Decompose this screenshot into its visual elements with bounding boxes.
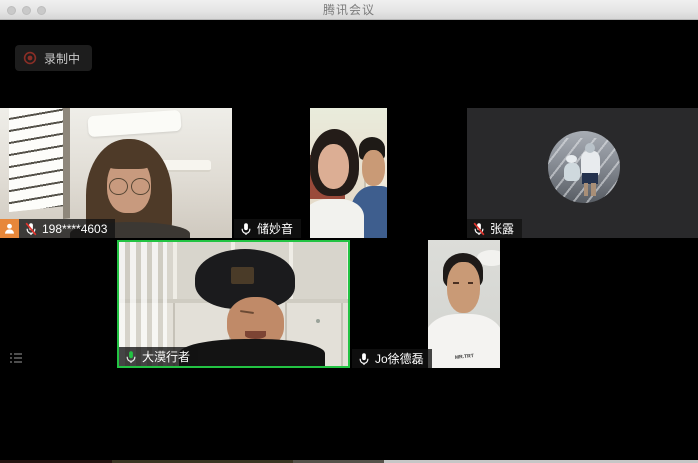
video-tile-198-4603[interactable]: 198****4603	[0, 108, 232, 238]
meeting-stage: 录制中	[0, 20, 698, 463]
window-title: 腾讯会议	[0, 1, 698, 18]
mic-muted-icon	[472, 222, 486, 236]
participant-name: Jo徐德磊	[375, 350, 424, 367]
record-dot-icon	[23, 51, 37, 65]
mic-speaking-icon	[124, 350, 138, 364]
video-tile-chumiaoyin[interactable]: 储妙音	[234, 108, 465, 238]
video-tile-jo-xudelei[interactable]: MR.TRT Jo徐德磊	[352, 240, 583, 368]
person-badge-icon	[0, 219, 19, 238]
recording-label: 录制中	[44, 50, 80, 67]
participant-name-tag: 198****4603	[19, 219, 115, 238]
video-tile-damohangzhe-active-speaker[interactable]: 大漠行者	[117, 240, 350, 368]
video-tile-zhanglu[interactable]: 张露	[467, 108, 698, 238]
mic-icon	[239, 222, 253, 236]
recording-indicator[interactable]: 录制中	[15, 45, 92, 71]
titlebar: 腾讯会议	[0, 0, 698, 20]
minimize-window-button[interactable]	[22, 6, 31, 15]
meeting-window: 腾讯会议 录制中	[0, 0, 698, 463]
ceiling-lamp	[88, 110, 182, 137]
member-list-icon[interactable]	[8, 350, 24, 366]
participant-name-tag: 大漠行者	[119, 347, 198, 366]
participant-name-tag: 储妙音	[234, 219, 301, 238]
mic-muted-icon	[24, 222, 38, 236]
window-blinds	[9, 108, 65, 212]
participant-name: 储妙音	[257, 220, 293, 237]
participant-name: 198****4603	[42, 222, 107, 236]
participant-name-tag: Jo徐德磊	[352, 349, 432, 368]
avatar	[548, 131, 620, 203]
participant-name: 张露	[490, 220, 514, 237]
mic-icon	[357, 352, 371, 366]
zoom-window-button[interactable]	[37, 6, 46, 15]
participant-name: 大漠行者	[142, 348, 190, 365]
traffic-lights	[7, 6, 46, 15]
close-window-button[interactable]	[7, 6, 16, 15]
participant-name-tag: 张露	[467, 219, 522, 238]
